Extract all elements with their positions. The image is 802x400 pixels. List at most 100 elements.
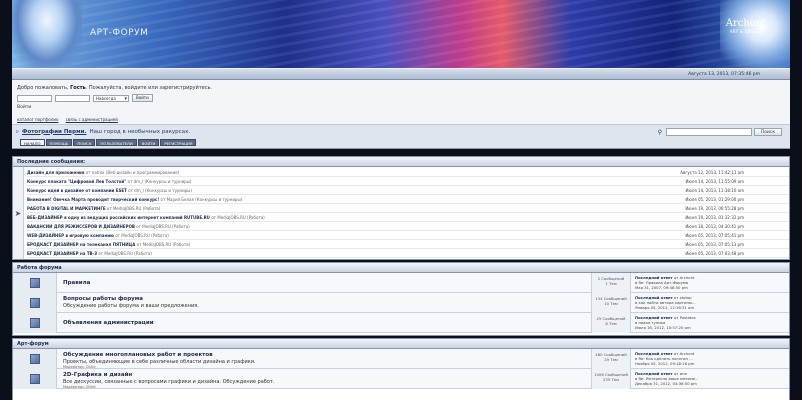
search-input[interactable] bbox=[666, 128, 752, 136]
forum-topics: 10 Тем bbox=[604, 301, 618, 306]
forum-stats: 2 Сообщений 1 Тем bbox=[591, 273, 631, 293]
login-form: Навсегда Войти bbox=[17, 94, 153, 102]
post-title-link[interactable]: Внимание! Овечка Марта проводит творческ… bbox=[27, 197, 159, 202]
contact-admin-link[interactable]: связь с администрацией bbox=[66, 117, 118, 122]
welcome-suffix: . Пожалуйста, войдите или зарегистрируйт… bbox=[85, 85, 213, 91]
post-title-link[interactable]: Конкурс идей в дизайне от компании ESET bbox=[27, 188, 127, 193]
menu-register[interactable]: РЕГИСТРАЦИЯ bbox=[160, 139, 197, 146]
banner-figure-left bbox=[12, 0, 82, 68]
forum-stats: 1406 Сообщений 235 Тем bbox=[591, 369, 631, 389]
menu-help[interactable]: ПОМОЩЬ bbox=[45, 139, 73, 146]
list-item: ВЕБ-ДИЗАЙНЕР в одну из ведущих российски… bbox=[27, 213, 789, 222]
list-item: РАБОТА В DIGITAL И МАРКЕТИНГЕ от MediaJO… bbox=[27, 204, 789, 213]
forum-title-link[interactable]: Объявления администрации bbox=[63, 320, 154, 326]
list-item: БРОДКАСТ ДИЗАЙНЕР на ТВ-3 от MediaJOBS.R… bbox=[27, 249, 789, 258]
board-section-art: Арт-форум Обсуждение многоплановых работ… bbox=[12, 338, 790, 400]
user-links: каталог портфолио связь с администрацией bbox=[17, 117, 124, 122]
welcome-prefix: Добро пожаловать, bbox=[17, 85, 69, 91]
post-meta: от natrox (Веб-дизайн и программирование… bbox=[85, 170, 180, 175]
forum-title-link[interactable]: Правила bbox=[63, 280, 90, 286]
site-logo[interactable]: Archont ART & DESIGN bbox=[720, 18, 772, 34]
forum-status-icon bbox=[13, 273, 57, 293]
post-date: Июня 05, 2013, 07:05:41 pm bbox=[685, 233, 744, 238]
menu-users[interactable]: ПОЛЬЗОВАТЕЛИ bbox=[96, 139, 137, 146]
top-bar: Августа 13, 2013, 07:35:46 pm bbox=[12, 68, 790, 80]
post-meta: от Мария Белая (Конкурсы и турниры) bbox=[160, 197, 243, 202]
forum-moderator[interactable]: Модератор: OliArt bbox=[63, 385, 96, 389]
forum-topics: 235 Тем bbox=[603, 377, 619, 382]
header-banner: АРТ-ФОРУМ Archont ART & DESIGN bbox=[12, 0, 790, 68]
last-post-date: Декабря 31, 2012, 04:36:50 pm bbox=[635, 381, 697, 386]
forum-row: Правила 2 Сообщений 1 Тем Последний ответ… bbox=[13, 273, 789, 293]
list-item: Внимание! Овечка Марта проводит творческ… bbox=[27, 195, 789, 204]
forum-status-icon bbox=[13, 369, 57, 389]
recent-posts-icon: ➤ bbox=[13, 167, 24, 259]
list-item: Конкурс идей в дизайне от компании ESET … bbox=[27, 186, 789, 195]
forum-last-post: Последний ответ от Pastatos в новая тупик… bbox=[635, 315, 696, 330]
forum-last-post: Последний ответ от Archont в Re: Как сдел… bbox=[635, 351, 694, 366]
post-title-link[interactable]: ВАКАНСИИ ДЛЯ РЕЖИССЕРОВ И ДИЗАЙНЕРОВ bbox=[27, 224, 135, 229]
post-title-link[interactable]: WEB-ДИЗАЙНЕР в игровую компанию bbox=[27, 233, 114, 238]
login-button[interactable]: Войти bbox=[132, 94, 153, 102]
forum-last-post: Последний ответ от stotop в как найти авт… bbox=[635, 295, 696, 310]
last-post-author[interactable]: от Pastatos bbox=[674, 315, 696, 320]
forum-stats: 134 Сообщений 10 Тем bbox=[591, 293, 631, 313]
post-date: Июля 14, 2013, 11:38:10 am bbox=[685, 188, 744, 193]
forum-title-link[interactable]: 2D-Графика и дизайн bbox=[63, 372, 132, 378]
post-title-link[interactable]: Конкурс плаката "Цифровой Лев Толстой" bbox=[27, 179, 126, 184]
list-item: БРОДКАСТ ДИЗАЙНЕР на телеканал ПЯТНИЦА о… bbox=[27, 240, 789, 249]
menu-login[interactable]: ВОЙТИ bbox=[137, 139, 160, 146]
last-post-date: Мая 31, 2007, 09:48:50 pm bbox=[635, 285, 688, 290]
forum-status-icon bbox=[13, 313, 57, 333]
forum-title[interactable]: АРТ-ФОРУМ bbox=[90, 28, 148, 38]
menu-home[interactable]: НАЧАЛО bbox=[20, 139, 45, 146]
forum-title-link[interactable]: Вопросы работы форума bbox=[63, 296, 143, 302]
recent-posts-list: Дизайн для приложения от natrox (Веб-диз… bbox=[27, 168, 789, 258]
portfolio-catalog-link[interactable]: каталог портфолио bbox=[17, 117, 58, 122]
guest-name: Гость bbox=[70, 85, 86, 91]
username-input[interactable] bbox=[17, 94, 52, 102]
login-link[interactable]: Войти bbox=[17, 105, 31, 110]
welcome-text: Добро пожаловать, Гость. Пожалуйста, вой… bbox=[17, 85, 212, 91]
search-button[interactable]: Поиск bbox=[754, 128, 782, 136]
forum-topics: 1 Тем bbox=[605, 281, 617, 286]
list-item: ВАКАНСИИ ДЛЯ РЕЖИССЕРОВ И ДИЗАЙНЕРОВ от … bbox=[27, 222, 789, 231]
board-icon bbox=[30, 354, 40, 364]
post-date: Июня 19, 2013, 01:32:32 pm bbox=[685, 215, 744, 220]
password-input[interactable] bbox=[55, 94, 90, 102]
post-meta: от MediaJOBS.RU (Работа) bbox=[106, 206, 161, 211]
post-date: Июня 18, 2013, 04:30:41 pm bbox=[685, 224, 744, 229]
last-post-date: Июля 16, 2012, 10:57:20 pm bbox=[635, 325, 691, 330]
forum-row: Обсуждение многоплановых работ и проекто… bbox=[13, 349, 789, 369]
section-heading[interactable]: Арт-форум bbox=[13, 339, 789, 349]
board-icon bbox=[30, 374, 40, 384]
post-meta: от dm_l (Конкурсы и турниры) bbox=[128, 188, 192, 193]
post-date: Июля 05, 2013, 01:29:00 pm bbox=[685, 197, 744, 202]
forum-topics: 8 Тем bbox=[605, 321, 617, 326]
list-item: WEB-ДИЗАЙНЕР в игровую компанию от Media… bbox=[27, 231, 789, 240]
list-item: Дизайн для приложения от natrox (Веб-диз… bbox=[27, 168, 789, 177]
post-title-link[interactable]: БРОДКАСТ ДИЗАЙНЕР на телеканал ПЯТНИЦА bbox=[27, 242, 135, 247]
post-date: Июня 19, 2013, 06:55:28 pm bbox=[685, 206, 744, 211]
post-title-link[interactable]: Дизайн для приложения bbox=[27, 170, 84, 175]
board-section-work: Работа форума Правила 2 Сообщений 1 Тем П… bbox=[12, 262, 790, 336]
session-duration-select[interactable]: Навсегда bbox=[93, 94, 129, 102]
nav-bar: ▹ Фотографии Перми. Наш город в необычны… bbox=[12, 125, 790, 149]
forum-title-link[interactable]: Обсуждение многоплановых работ и проекто… bbox=[63, 352, 213, 358]
section-heading[interactable]: Работа форума bbox=[13, 263, 789, 273]
post-title-link[interactable]: РАБОТА В DIGITAL И МАРКЕТИНГЕ bbox=[27, 206, 106, 211]
forum-row: 2D-Графика и дизайн Все дискуссии, связа… bbox=[13, 369, 789, 389]
menu-search[interactable]: ПОИСК bbox=[73, 139, 96, 146]
recent-posts-body: ➤ Дизайн для приложения от natrox (Веб-д… bbox=[13, 167, 789, 259]
post-title-link[interactable]: БРОДКАСТ ДИЗАЙНЕР на ТВ-3 bbox=[27, 251, 97, 256]
post-title-link[interactable]: ВЕБ-ДИЗАЙНЕР в одну из ведущих российски… bbox=[27, 215, 210, 220]
user-box: Добро пожаловать, Гость. Пожалуйста, вой… bbox=[12, 80, 790, 125]
forum-row: Вопросы работы форума Обсуждение работы … bbox=[13, 293, 789, 313]
post-meta: от MediaJOBS.RU (Работа) bbox=[211, 215, 265, 220]
nav-title-link[interactable]: Фотографии Перми. bbox=[22, 129, 87, 135]
forum-stats: 25 Сообщений 8 Тем bbox=[591, 313, 631, 333]
main-menu: НАЧАЛО ПОМОЩЬ ПОИСК ПОЛЬЗОВАТЕЛИ ВОЙТИ Р… bbox=[20, 139, 197, 146]
board-icon bbox=[30, 278, 40, 288]
board-icon bbox=[30, 298, 40, 308]
forum-status-icon bbox=[13, 293, 57, 313]
